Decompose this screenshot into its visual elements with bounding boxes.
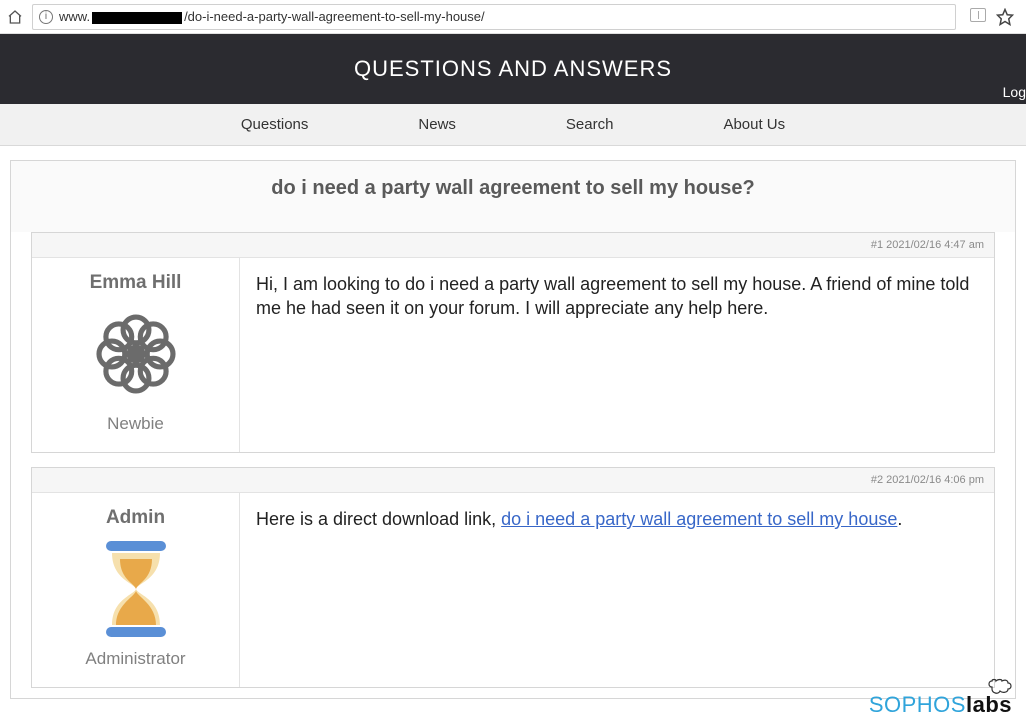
brain-icon (986, 676, 1014, 702)
avatar (40, 304, 231, 404)
user-rank: Newbie (40, 414, 231, 434)
post: #1 2021/02/16 4:47 am Emma Hill (31, 232, 995, 453)
avatar (40, 539, 231, 639)
nav-item-search[interactable]: Search (566, 116, 614, 133)
post-content: Here is a direct download link, do i nee… (240, 493, 994, 687)
posts-list: #1 2021/02/16 4:47 am Emma Hill (11, 232, 1015, 698)
login-link[interactable]: Log (1003, 84, 1026, 100)
post-meta: #1 2021/02/16 4:47 am (32, 233, 994, 258)
browser-actions (964, 8, 1020, 26)
page-content: do i need a party wall agreement to sell… (0, 146, 1026, 699)
url-redacted (92, 12, 182, 24)
hourglass-icon (100, 539, 172, 639)
user-name[interactable]: Emma Hill (40, 272, 231, 294)
watermark-sophos: SOPHOS (869, 692, 966, 717)
nav-item-questions[interactable]: Questions (241, 116, 309, 133)
post-text-suffix: . (897, 509, 902, 529)
url-bar[interactable]: i www./do-i-need-a-party-wall-agreement-… (32, 4, 956, 30)
post-body: Admin Administr (32, 493, 994, 687)
post-content: Hi, I am looking to do i need a party wa… (240, 258, 994, 452)
site-header: QUESTIONS AND ANSWERS Log (0, 34, 1026, 104)
reader-icon[interactable] (970, 8, 986, 22)
browser-bar: i www./do-i-need-a-party-wall-agreement-… (0, 0, 1026, 34)
thread-title: do i need a party wall agreement to sell… (11, 161, 1015, 218)
info-icon[interactable]: i (39, 10, 53, 24)
user-cell: Admin Administr (32, 493, 240, 687)
user-name[interactable]: Admin (40, 507, 231, 529)
nav-item-news[interactable]: News (418, 116, 456, 133)
user-cell: Emma Hill (32, 258, 240, 452)
nav-bar: Questions News Search About Us (0, 104, 1026, 146)
download-link[interactable]: do i need a party wall agreement to sell… (501, 509, 897, 529)
post-body: Emma Hill (32, 258, 994, 452)
thread-box: do i need a party wall agreement to sell… (10, 160, 1016, 699)
user-rank: Administrator (40, 649, 231, 669)
watermark: SOPHOSlabs (869, 692, 1012, 718)
post: #2 2021/02/16 4:06 pm Admin (31, 467, 995, 688)
post-meta: #2 2021/02/16 4:06 pm (32, 468, 994, 493)
bookmark-star-icon[interactable] (996, 8, 1014, 26)
nav-item-about[interactable]: About Us (723, 116, 785, 133)
site-title: QUESTIONS AND ANSWERS (354, 56, 672, 82)
home-icon[interactable] (6, 8, 24, 26)
post-text-prefix: Here is a direct download link, (256, 509, 501, 529)
flower-icon (93, 311, 179, 397)
url-text: www./do-i-need-a-party-wall-agreement-to… (59, 9, 485, 24)
